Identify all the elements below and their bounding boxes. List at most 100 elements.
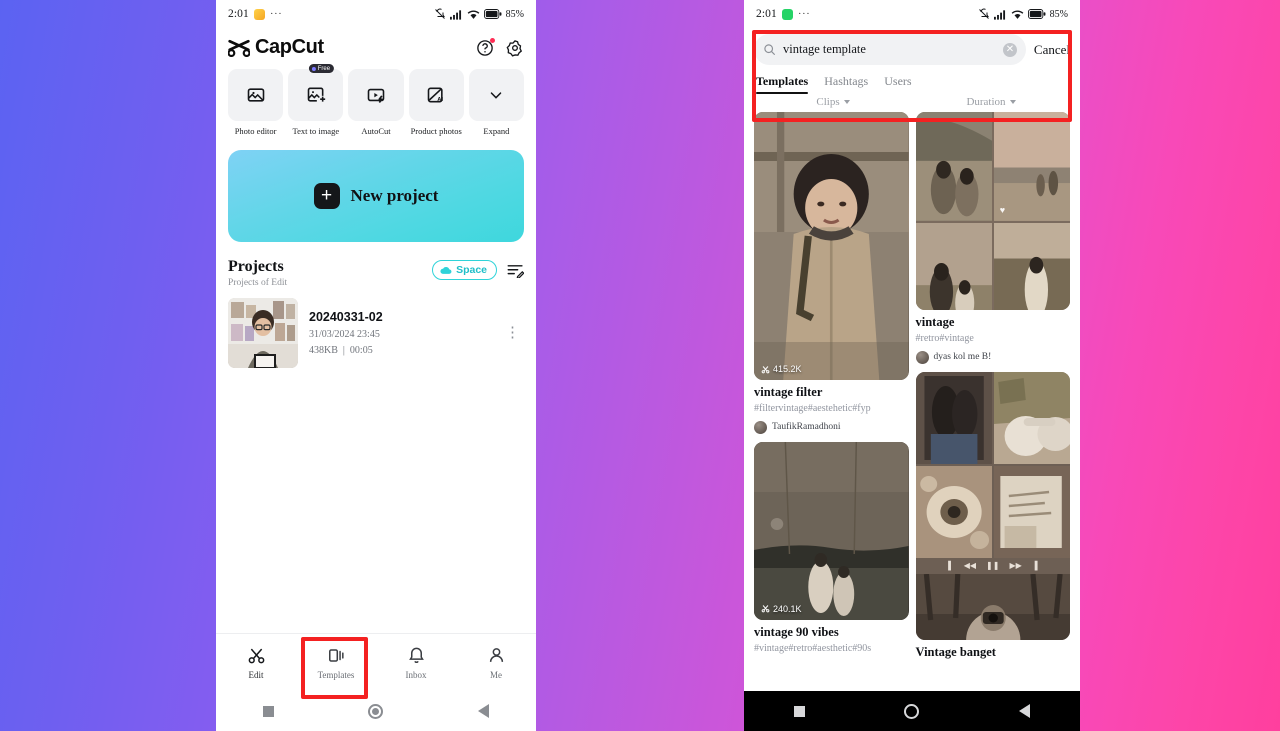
search-panel: vintage template ✕ Cancel Templates Hash… — [744, 28, 1080, 94]
template-preview[interactable]: ▌ ◀◀ ❚❚ ▶▶ ▐ 62.9K — [915, 371, 1070, 640]
template-uses: 240.1K — [761, 604, 802, 614]
scissors-icon — [761, 604, 770, 613]
pause-icon[interactable]: ❚❚ — [986, 561, 999, 570]
project-date: 31/03/2024 23:45 — [309, 329, 380, 340]
project-sep: | — [342, 345, 345, 356]
collage-tile: 62.9K — [915, 573, 1070, 640]
tab-inbox[interactable]: Inbox — [376, 646, 456, 680]
cancel-button[interactable]: Cancel — [1034, 42, 1070, 58]
search-value: vintage template — [783, 42, 866, 56]
left-phone-screenshot: 2:01 ··· 85% CapCut Photo editor Free Te… — [216, 0, 536, 731]
tab-edit[interactable]: Edit — [216, 646, 296, 680]
feature-photo-editor[interactable]: Photo editor — [228, 69, 284, 136]
square-icon[interactable] — [793, 705, 805, 717]
author-name: dyas kol me B! — [933, 352, 992, 362]
more-vertical-icon[interactable]: ⋮ — [505, 325, 524, 340]
feature-label: Product photos — [410, 126, 462, 136]
feature-tile: Free — [288, 64, 344, 121]
templates-icon — [327, 646, 346, 665]
battery-percent: 85% — [1049, 8, 1068, 20]
person-icon — [487, 646, 506, 665]
gear-icon[interactable] — [506, 39, 524, 57]
projects-subtitle: Projects of Edit — [228, 278, 288, 288]
projects-title: Projects — [228, 258, 284, 275]
forward-icon[interactable]: ▶▶ — [1009, 561, 1021, 570]
template-card[interactable]: 415.2K vintage filter #filtervintage#aes… — [754, 112, 909, 434]
triangle-back-icon[interactable] — [1019, 704, 1031, 718]
playback-controls[interactable]: ▌ ◀◀ ❚❚ ▶▶ ▐ — [915, 557, 1070, 574]
template-preview[interactable]: 240.1K — [754, 441, 909, 620]
status-overflow: ··· — [797, 8, 811, 20]
cloud-icon — [440, 265, 452, 275]
uses-count: 240.1K — [773, 603, 802, 614]
feature-label: Text to image — [292, 126, 340, 136]
template-author[interactable]: TaufikRamadhoni — [754, 420, 909, 434]
filter-duration[interactable]: Duration — [912, 96, 1070, 108]
rewind-icon[interactable]: ◀◀ — [964, 561, 976, 570]
template-tags: #vintage#retro#aesthetic#90s — [754, 642, 872, 654]
project-size-duration: 438KB | 00:05 — [309, 345, 383, 356]
space-button[interactable]: Space — [432, 260, 497, 280]
next-icon[interactable]: ▐ — [1032, 561, 1038, 570]
author-name: TaufikRamadhoni — [772, 422, 841, 432]
wifi-icon — [467, 9, 480, 20]
search-result-tabs: Templates Hashtags Users — [754, 65, 1070, 94]
clear-circle-icon[interactable]: ✕ — [1002, 42, 1017, 57]
tab-templates-results[interactable]: Templates — [756, 74, 809, 94]
template-column-left: 415.2K vintage filter #filtervintage#aes… — [754, 112, 909, 691]
template-title: Vintage banget — [915, 644, 996, 659]
filter-label: Clips — [816, 96, 840, 108]
tab-label: Templates — [317, 669, 355, 680]
heart-icon[interactable]: ♥ — [1000, 205, 1005, 215]
feature-shortcuts: Photo editor Free Text to image AutoCut … — [216, 63, 536, 140]
help-circle-icon[interactable] — [476, 37, 495, 57]
template-title: vintage filter — [754, 385, 823, 399]
template-uses: 415.2K — [761, 364, 802, 374]
tab-templates[interactable]: Templates — [296, 646, 376, 680]
tab-hashtags-results[interactable]: Hashtags — [824, 74, 868, 94]
collage-tile — [915, 465, 992, 558]
tab-label: Inbox — [405, 669, 427, 680]
battery-icon — [483, 9, 502, 19]
new-project-button[interactable]: + New project — [228, 150, 524, 242]
cellular-signal-icon — [993, 9, 1007, 20]
template-preview[interactable]: ♥ 342.2K — [915, 112, 1070, 310]
triangle-back-icon[interactable] — [477, 704, 489, 718]
feature-product-photos[interactable]: AI Product photos — [408, 69, 464, 136]
filter-clips[interactable]: Clips — [754, 96, 912, 108]
tab-me[interactable]: Me — [456, 646, 536, 680]
collage-tile: ♥ — [993, 112, 1070, 221]
app-header: CapCut — [216, 28, 536, 63]
tab-label: Edit — [248, 669, 264, 680]
project-name: 20240331-02 — [309, 310, 383, 324]
circle-icon[interactable] — [368, 703, 384, 719]
right-phone-screenshot: 2:01 ··· 85% vintage template ✕ Cancel T… — [744, 0, 1080, 731]
bell-icon — [407, 646, 426, 665]
template-card[interactable]: 240.1K vintage 90 vibes #vintage#retro#a… — [754, 441, 909, 656]
template-card[interactable]: ♥ 342.2K — [915, 112, 1071, 364]
avatar — [915, 350, 929, 364]
square-icon[interactable] — [263, 705, 275, 717]
template-preview[interactable]: 415.2K — [754, 112, 909, 380]
sort-edit-icon[interactable] — [507, 263, 525, 279]
search-input[interactable]: vintage template ✕ — [754, 34, 1026, 65]
feature-text-to-image[interactable]: Free Text to image — [288, 64, 344, 136]
uses-count: 415.2K — [773, 364, 802, 374]
wifi-icon — [1011, 9, 1024, 20]
feature-autocut[interactable]: AutoCut — [348, 69, 404, 136]
template-card[interactable]: ▌ ◀◀ ❚❚ ▶▶ ▐ 62.9K — [915, 371, 1070, 660]
status-bar-right: 2:01 ··· 85% — [744, 0, 1080, 28]
project-duration: 00:05 — [349, 345, 373, 356]
template-title: vintage — [915, 315, 955, 329]
circle-icon[interactable] — [904, 703, 920, 719]
collage-tile: ♥ — [993, 222, 1070, 310]
search-icon — [763, 43, 776, 56]
project-list-item[interactable]: 20240331-02 31/03/2024 23:45 438KB | 00:… — [216, 288, 536, 368]
template-author[interactable]: dyas kol me B! — [915, 350, 1071, 364]
tab-users-results[interactable]: Users — [884, 74, 911, 94]
feature-tile: AI — [408, 69, 464, 121]
feature-expand[interactable]: Expand — [468, 69, 525, 136]
free-badge: Free — [308, 64, 335, 73]
prev-icon[interactable]: ▌ — [948, 561, 954, 570]
new-project-label: New project — [350, 186, 439, 205]
